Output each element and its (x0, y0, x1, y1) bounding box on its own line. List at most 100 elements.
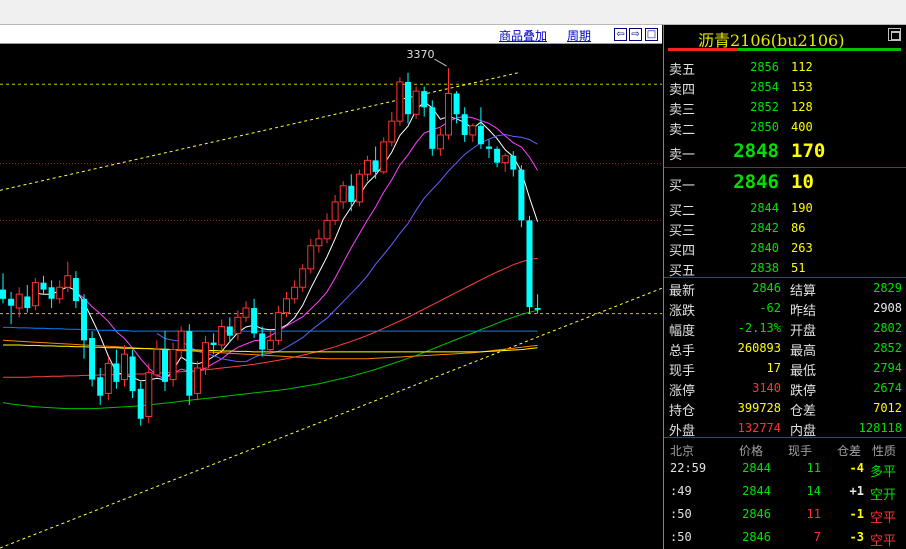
candle-body-down (251, 308, 258, 334)
candle-body-up (242, 307, 250, 318)
tick-row[interactable]: 22:59 2844 11 -4 多平 (664, 458, 906, 480)
stat-value: 260893 (737, 341, 781, 355)
stat-label: 仓差 (790, 404, 817, 419)
stat-value: 2908 (873, 301, 902, 315)
maximize-chart-button[interactable]: □ (645, 28, 658, 41)
ask-level-price: 2856 (750, 60, 779, 74)
ask-level-row[interactable]: 卖二 2850 400 (664, 117, 906, 138)
candle-body-up (283, 298, 290, 314)
ask-level-volume: 112 (791, 60, 813, 74)
candle-body-up (104, 362, 112, 394)
candle-body-up (169, 349, 177, 381)
candle-body-down (129, 356, 136, 392)
moving-average-ma20 (156, 133, 538, 363)
candle-body-up (56, 286, 64, 300)
tick-time: 22:59 (670, 461, 707, 475)
candle-body-down (510, 155, 517, 170)
candle-body-up (469, 125, 477, 136)
bid-one-row[interactable]: 买一 2846 10 (664, 171, 906, 194)
candle-body-down (186, 331, 193, 396)
stat-label: 幅度 (669, 324, 696, 339)
ask-one-row[interactable]: 卖一 2848 170 (664, 140, 906, 163)
bid-level-price: 2840 (750, 241, 779, 255)
candle-body-up (436, 134, 444, 150)
stat-cell: 最新 2846 (664, 278, 785, 299)
candle-body-up (291, 286, 299, 300)
tick-nature: 多平 (870, 465, 897, 480)
candle-body-down (259, 333, 266, 350)
stat-label: 昨结 (790, 304, 817, 319)
candle-body-up (193, 367, 201, 394)
stat-value: 17 (766, 361, 781, 375)
candle-body-up (388, 120, 396, 143)
period-link[interactable]: 周期 (567, 27, 591, 44)
stat-label: 最高 (790, 344, 817, 359)
moving-average-ma5 (35, 101, 539, 382)
tick-row[interactable]: :50 2846 7 -3 空平 (664, 527, 906, 549)
candle-body-up (202, 342, 209, 369)
stat-value: 2852 (873, 341, 902, 355)
candle-body-down (48, 287, 55, 299)
candle-body-down (162, 349, 168, 382)
overlay-commodity-link[interactable]: 商品叠加 (499, 27, 547, 44)
stat-label: 涨跌 (669, 304, 696, 319)
tick-header-nature: 性质 (872, 444, 897, 458)
scroll-left-button[interactable]: ⇦ (614, 28, 627, 41)
stat-value: 2794 (873, 361, 902, 375)
ask-level-volume: 153 (791, 80, 813, 94)
tick-row[interactable]: :49 2844 14 +1 空开 (664, 481, 906, 503)
scroll-right-button[interactable]: ⇨ (629, 28, 642, 41)
stat-value: 2802 (873, 321, 902, 335)
candle-body-up (266, 339, 274, 351)
bid-one-volume: 10 (791, 171, 814, 193)
candle-body-down (421, 91, 428, 108)
stat-value: -2.13% (737, 321, 781, 335)
candle-body-up (145, 372, 153, 417)
candle-body-up (315, 238, 323, 247)
bid-level-volume: 86 (791, 221, 806, 235)
stat-label: 总手 (669, 344, 696, 359)
stat-cell: 仓差 7012 (785, 398, 906, 419)
candle-body-down (210, 342, 217, 345)
candle-body-down (461, 114, 468, 135)
bid-level-row[interactable]: 买二 2844 190 (664, 198, 906, 219)
bid-level-row[interactable]: 买五 2838 51 (664, 258, 906, 279)
candle-body-up (501, 155, 509, 164)
stat-cell: 结算 2829 (785, 278, 906, 299)
stat-cell: 昨结 2908 (785, 298, 906, 319)
tick-nature: 空开 (870, 488, 897, 503)
bid-level-label: 买四 (669, 244, 696, 259)
candle-body-down (72, 278, 79, 302)
ask-level-label: 卖三 (669, 103, 696, 118)
candle-body-up (177, 330, 185, 351)
ask-one-volume: 170 (791, 140, 826, 162)
tick-price: 2844 (742, 461, 771, 475)
candle-body-up (396, 81, 404, 122)
stat-label: 涨停 (669, 384, 696, 399)
candle-body-up (153, 349, 161, 376)
candle-body-down (494, 148, 501, 163)
stat-cell: 跌停 2674 (785, 378, 906, 399)
stat-cell: 外盘 132774 (664, 418, 785, 439)
ask-level-volume: 400 (791, 120, 813, 134)
stat-label: 现手 (669, 364, 696, 379)
tick-qty: 11 (806, 461, 821, 475)
ask-level-row[interactable]: 卖四 2854 153 (664, 77, 906, 98)
bid-one-price: 2846 (733, 171, 779, 193)
tick-oi-change: -3 (849, 530, 864, 544)
bid-level-volume: 190 (791, 201, 813, 215)
stat-cell: 幅度 -2.13% (664, 318, 785, 339)
ask-level-row[interactable]: 卖五 2856 112 (664, 57, 906, 78)
candlestick-chart[interactable]: 3370 (0, 45, 662, 549)
bid-level-row[interactable]: 买四 2840 263 (664, 238, 906, 259)
tick-row[interactable]: :50 2846 11 -1 空平 (664, 504, 906, 526)
panel-maximize-icon[interactable] (888, 28, 901, 41)
candle-body-down (429, 107, 436, 149)
tick-price: 2846 (742, 530, 771, 544)
ask-level-row[interactable]: 卖三 2852 128 (664, 97, 906, 118)
moving-average-ma10 (75, 115, 539, 380)
bid-level-row[interactable]: 买三 2842 86 (664, 218, 906, 239)
candle-body-up (323, 219, 331, 240)
candle-body-down (97, 377, 104, 396)
chart-toolbar: 商品叠加 周期 ⇦ ⇨ □ (0, 25, 662, 44)
